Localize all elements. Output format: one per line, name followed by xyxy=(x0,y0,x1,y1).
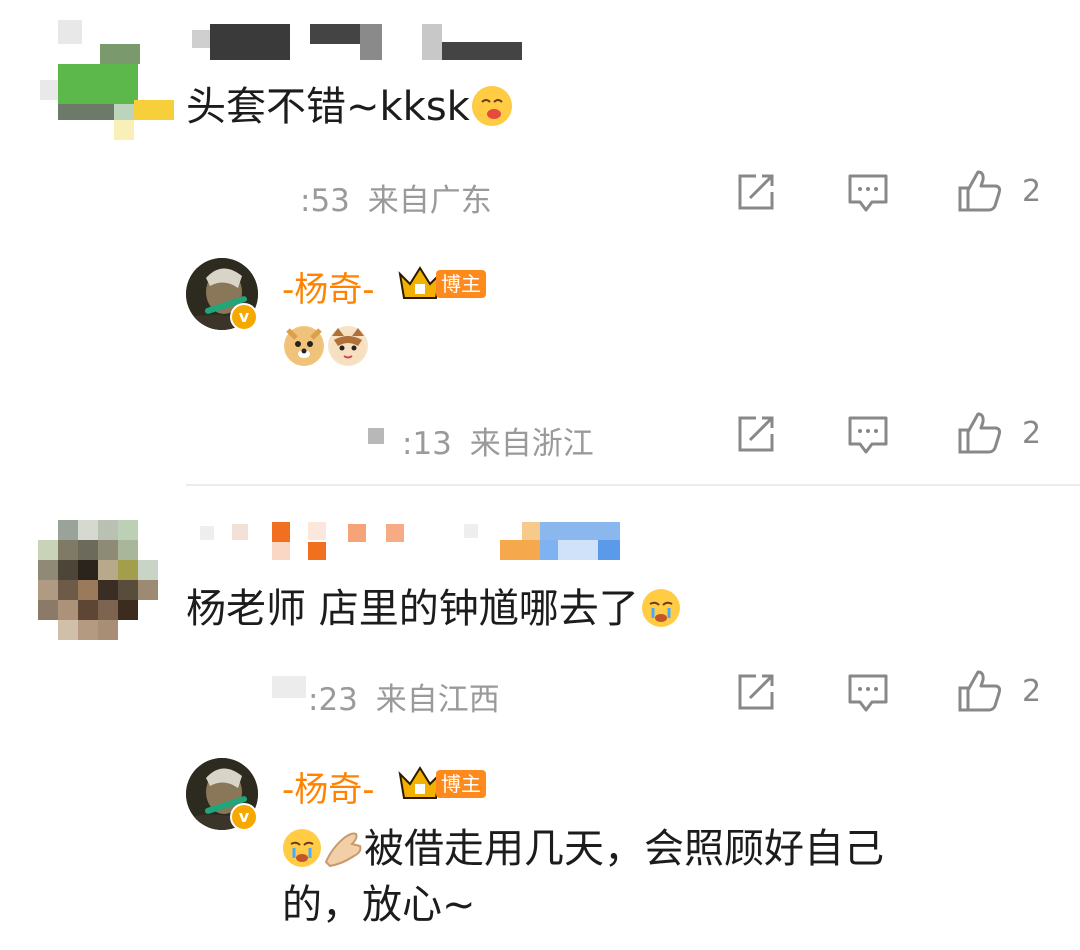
reply-location: 来自浙江 xyxy=(469,426,594,462)
pray-hands-emoji-icon xyxy=(322,828,364,868)
username-blurred[interactable] xyxy=(192,22,552,62)
cat-emoji-icon xyxy=(328,326,368,366)
crying-emoji-icon xyxy=(282,828,322,868)
divider xyxy=(186,484,1080,486)
thumbs-up-icon[interactable] xyxy=(956,668,1004,714)
verified-badge-icon: v xyxy=(230,303,258,331)
comment-text: 杨老师 店里的钟馗哪去了 xyxy=(186,586,639,632)
reply-text-line1: 被借走用几天，会照顾好自己 xyxy=(364,826,884,872)
blogger-badge: 博主 xyxy=(436,270,486,298)
like-count: 2 xyxy=(1022,416,1042,451)
share-icon[interactable] xyxy=(734,414,776,456)
thumbs-up-icon[interactable] xyxy=(956,168,1004,214)
comment-icon[interactable] xyxy=(846,172,890,214)
share-icon[interactable] xyxy=(734,172,776,214)
like-count: 2 xyxy=(1022,674,1042,709)
avatar[interactable] xyxy=(38,520,158,640)
crying-emoji-icon xyxy=(641,588,681,628)
thumbs-up-icon[interactable] xyxy=(956,410,1004,456)
comment-icon[interactable] xyxy=(846,672,890,714)
author-name[interactable]: -杨奇- xyxy=(282,762,375,811)
like-count: 2 xyxy=(1022,174,1042,209)
username-blurred[interactable] xyxy=(192,520,622,564)
avatar[interactable] xyxy=(40,20,174,140)
comment-text: 头套不错~kksk xyxy=(186,84,470,130)
reply-text-line2: 的，放心~ xyxy=(282,882,476,928)
time-placeholder-icon xyxy=(368,428,384,444)
verified-badge-icon: v xyxy=(230,803,258,831)
share-icon[interactable] xyxy=(734,672,776,714)
comment-location: 来自江西 xyxy=(375,682,500,718)
drooling-emoji-icon xyxy=(471,86,512,126)
comment-icon[interactable] xyxy=(846,414,890,456)
reply-time: :13 xyxy=(402,426,452,462)
comment-time: :53 xyxy=(300,183,350,219)
doge-emoji-icon xyxy=(284,326,324,366)
blogger-badge: 博主 xyxy=(436,770,486,798)
comment-location: 来自广东 xyxy=(367,183,492,219)
time-placeholder-icon xyxy=(272,676,306,698)
author-name[interactable]: -杨奇- xyxy=(282,262,375,311)
comment-time: :23 xyxy=(308,682,358,718)
